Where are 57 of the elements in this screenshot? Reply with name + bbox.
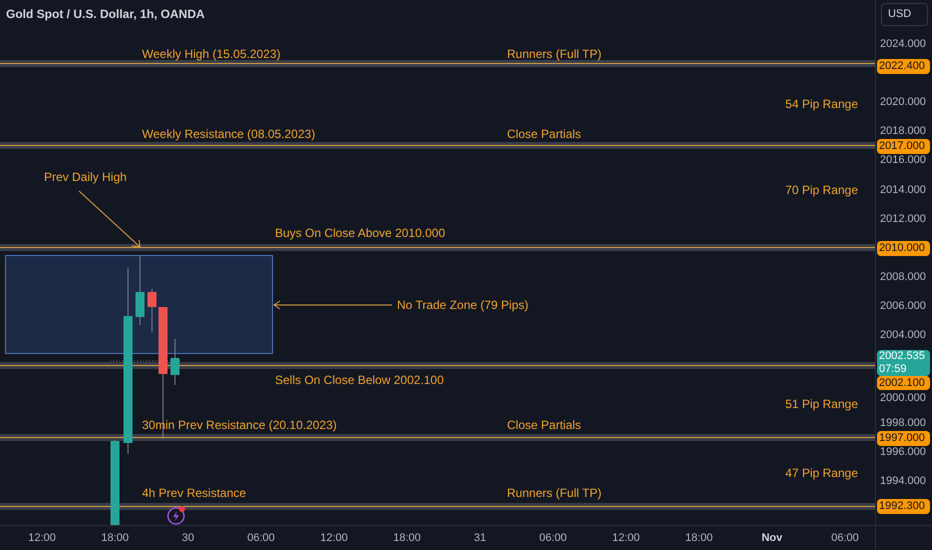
range-label: 51 Pip Range	[785, 396, 858, 412]
time-tick: 31	[474, 531, 486, 545]
level-label: Runners (Full TP)	[507, 46, 602, 62]
level-label: 4h Prev Resistance	[142, 485, 246, 501]
time-tick: 30	[182, 531, 194, 545]
annotation-label: No Trade Zone (79 Pips)	[397, 297, 528, 313]
currency-button[interactable]: USD	[881, 3, 928, 26]
level-label: Close Partials	[507, 126, 582, 142]
range-label: 54 Pip Range	[785, 96, 858, 112]
candlestick	[136, 255, 144, 326]
time-tick: 18:00	[393, 531, 421, 545]
range-label: 70 Pip Range	[785, 182, 858, 198]
last-price: 2002.535	[879, 350, 926, 363]
price-tick: 2004.000	[880, 328, 926, 342]
price-tick: 1994.000	[880, 474, 926, 488]
price-level-tag: 2022.400	[877, 59, 930, 74]
annotation-label: Prev Daily High	[44, 169, 127, 185]
price-tick: 2024.000	[880, 37, 926, 51]
level-label: 30min Prev Resistance (20.10.2023)	[142, 417, 337, 433]
time-tick: 18:00	[685, 531, 713, 545]
price-tick: 2012.000	[880, 212, 926, 226]
price-tick: 2014.000	[880, 183, 926, 197]
leader-line	[78, 190, 142, 249]
lightning-icon[interactable]	[166, 505, 187, 525]
level-label: Weekly Resistance (08.05.2023)	[142, 126, 316, 142]
price-tick: 1998.000	[880, 416, 926, 430]
time-tick: 12:00	[28, 531, 56, 545]
level-label: Close Partials	[507, 417, 582, 433]
chart-title: Gold Spot / U.S. Dollar, 1h, OANDA	[6, 6, 205, 22]
countdown: 07:59	[879, 363, 908, 376]
price-level-tag: 2002.100	[877, 376, 930, 390]
candlestick	[148, 288, 156, 332]
price-tick: 2008.000	[880, 270, 926, 284]
time-tick: Nov	[762, 531, 782, 545]
candlestick	[170, 338, 180, 386]
price-tick: 1996.000	[880, 445, 926, 459]
time-tick: 12:00	[612, 531, 640, 545]
current-price-line	[110, 360, 182, 362]
time-tick: 06:00	[539, 531, 567, 545]
time-tick: 18:00	[101, 531, 129, 545]
price-tick: 2020.000	[880, 95, 926, 109]
price-tick: 2018.000	[880, 124, 926, 138]
price-level-tag: 1997.000	[877, 431, 930, 446]
time-tick: 06:00	[247, 531, 275, 545]
level-label: Sells On Close Below 2002.100	[275, 372, 444, 388]
price-tick: 2006.000	[880, 299, 926, 313]
price-tick: 2000.000	[880, 391, 926, 405]
level-label: Buys On Close Above 2010.000	[275, 225, 446, 241]
price-level-tag: 2017.000	[877, 139, 930, 154]
time-tick: 12:00	[320, 531, 348, 545]
price-level-tag: 1992.300	[877, 499, 930, 514]
price-level-tag: 2010.000	[877, 241, 930, 256]
time-tick: 06:00	[831, 531, 859, 545]
price-tick: 2016.000	[880, 153, 926, 167]
level-label: Weekly High (15.05.2023)	[142, 46, 281, 62]
level-label: Runners (Full TP)	[507, 485, 602, 501]
range-label: 47 Pip Range	[785, 465, 858, 481]
